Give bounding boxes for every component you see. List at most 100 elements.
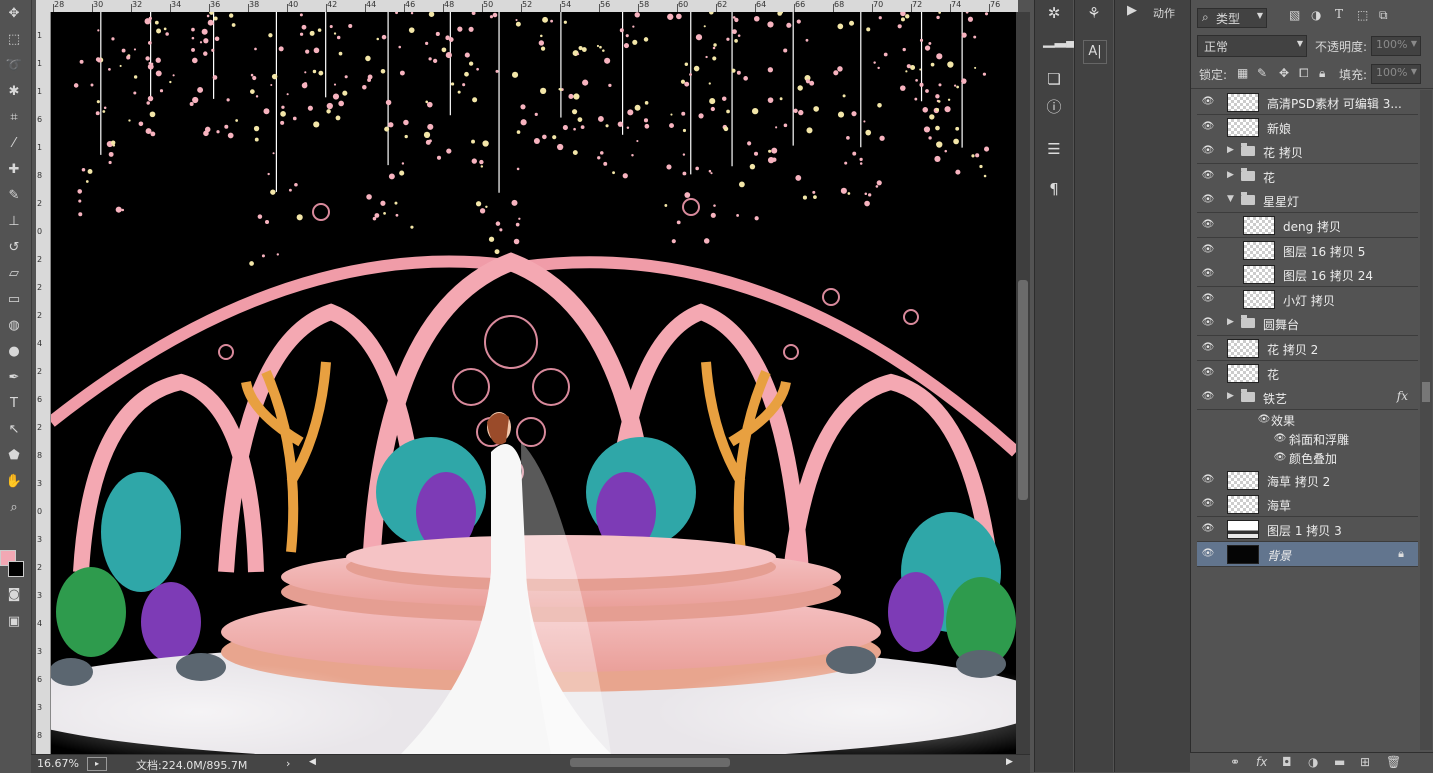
screen-mode-icon[interactable]: ▣ (3, 612, 25, 632)
hand-icon[interactable]: ✋ (3, 472, 25, 492)
visibility-eye-icon[interactable]: 👁︎ (1201, 219, 1215, 230)
filter-adjustment-icon[interactable]: ◑ (1311, 8, 1321, 22)
healing-brush-icon[interactable]: ✚ (3, 160, 25, 180)
canvas-horizontal-scroll-thumb[interactable] (570, 758, 730, 767)
info-icon[interactable]: ⓘ (1043, 96, 1065, 118)
layers-scrollbar[interactable] (1420, 90, 1432, 750)
eyedropper-icon[interactable]: ⁄ (3, 134, 25, 154)
visibility-eye-icon[interactable]: 👁︎ (1201, 244, 1215, 255)
layer-fx-icon[interactable]: fx (1397, 389, 1408, 403)
brush-icon[interactable]: ✎ (3, 186, 25, 206)
delete-layer-icon[interactable]: 🗑︎ (1386, 755, 1401, 769)
layer-comps-icon[interactable]: ❏ (1043, 68, 1065, 90)
zoom-icon[interactable]: ⌕ (3, 498, 25, 518)
quick-mask-icon[interactable]: ◙ (3, 585, 25, 605)
visibility-eye-icon[interactable]: 👁︎ (1201, 121, 1215, 132)
layer-row[interactable]: 👁︎ ▶ 圆舞台 (1197, 311, 1418, 337)
paragraph-icon[interactable]: ¶ (1043, 178, 1065, 200)
visibility-eye-icon[interactable]: 👁︎ (1201, 317, 1215, 328)
layer-row[interactable]: 👁︎ 图层 1 拷贝 3 (1197, 516, 1418, 542)
visibility-eye-icon[interactable]: 👁︎ (1273, 433, 1287, 444)
layers-scroll-thumb[interactable] (1422, 382, 1430, 402)
add-mask-icon[interactable]: ◘ (1282, 755, 1292, 769)
visibility-eye-icon[interactable]: 👁︎ (1201, 293, 1215, 304)
visibility-eye-icon[interactable]: 👁︎ (1201, 367, 1215, 378)
link-layers-icon[interactable]: ⚭ (1230, 755, 1240, 769)
clone-stamp-icon[interactable]: ⊥ (3, 212, 25, 232)
layer-row[interactable]: 👁︎ ▶ 花 拷贝 (1197, 139, 1418, 165)
visibility-eye-icon[interactable]: 👁︎ (1201, 170, 1215, 181)
type-icon[interactable]: T (3, 394, 25, 414)
lock-position-icon[interactable]: ✥ (1279, 66, 1289, 80)
layer-row[interactable]: 👁︎ 高清PSD素材 可编辑 3... (1197, 90, 1418, 115)
status-menu-icon[interactable]: ▸ (87, 757, 107, 771)
status-arrow-icon[interactable]: › (286, 757, 290, 770)
visibility-eye-icon[interactable]: 👁︎ (1257, 414, 1271, 425)
canvas-vertical-scroll-thumb[interactable] (1018, 280, 1028, 500)
eraser-icon[interactable]: ▱ (3, 264, 25, 284)
actions-play-icon[interactable]: ▶ (1127, 3, 1137, 18)
layer-row[interactable]: 👁︎ 小灯 拷贝 (1197, 286, 1418, 312)
visibility-eye-icon[interactable]: 👁︎ (1201, 342, 1215, 353)
opacity-field[interactable]: 100% ▼ (1371, 36, 1421, 56)
lock-all-icon[interactable]: 🔒︎ (1319, 66, 1325, 81)
visibility-eye-icon[interactable]: 👁︎ (1201, 523, 1215, 534)
visibility-eye-icon[interactable]: 👁︎ (1201, 498, 1215, 509)
filter-type-icon[interactable]: T (1335, 7, 1343, 21)
path-selection-icon[interactable]: ↖ (3, 420, 25, 440)
blend-mode-select[interactable]: 正常 ▼ (1197, 35, 1307, 57)
filter-smart-object-icon[interactable]: ⧉ (1379, 8, 1388, 23)
scroll-left-icon[interactable]: ◀ (309, 757, 316, 767)
shape-icon[interactable]: ⬟ (3, 446, 25, 466)
new-group-icon[interactable]: ▬ (1334, 755, 1345, 769)
layer-row[interactable]: 👁︎ 图层 16 拷贝 24 (1197, 262, 1418, 288)
visibility-eye-icon[interactable]: 👁︎ (1273, 452, 1287, 463)
visibility-eye-icon[interactable]: 👁︎ (1201, 145, 1215, 156)
layer-row[interactable]: 👁︎ ▶ 铁艺 fx (1197, 385, 1418, 411)
layer-row[interactable]: 👁︎ ▶ 花 (1197, 163, 1418, 189)
background-color-swatch[interactable] (8, 561, 24, 577)
zoom-level[interactable]: 16.67% (37, 757, 79, 770)
layer-row[interactable]: 👁︎ 海草 (1197, 492, 1418, 518)
adjustment-layer-icon[interactable]: ◑ (1308, 755, 1318, 769)
filter-shape-icon[interactable]: ⬚ (1357, 8, 1368, 22)
pen-icon[interactable]: ✒ (3, 368, 25, 388)
chevron-right-icon[interactable]: ▶ (1227, 391, 1234, 402)
layer-row[interactable]: 👁︎ 花 拷贝 2 (1197, 336, 1418, 361)
properties-icon[interactable]: ☰ (1043, 138, 1065, 160)
histogram-icon[interactable]: ▁▂▃ (1043, 28, 1078, 50)
layer-filter-select[interactable]: ⌕ 类型 ▼ (1197, 8, 1267, 28)
gradient-icon[interactable]: ▭ (3, 290, 25, 310)
lasso-icon[interactable]: ➰ (3, 56, 25, 76)
lock-artboard-icon[interactable]: ⧠ (1299, 66, 1309, 81)
navigator-icon[interactable]: ✲ (1043, 2, 1065, 24)
document-canvas[interactable] (51, 12, 1016, 754)
layer-effect-row[interactable]: 👁︎ 颜色叠加 (1197, 448, 1418, 468)
layer-effect-row[interactable]: 👁︎ 斜面和浮雕 (1197, 429, 1418, 449)
chevron-down-icon[interactable]: ▼ (1227, 194, 1234, 205)
visibility-eye-icon[interactable]: 👁︎ (1201, 474, 1215, 485)
layer-row[interactable]: 👁︎ ▼ 星星灯 (1197, 188, 1418, 214)
chevron-right-icon[interactable]: ▶ (1227, 317, 1234, 328)
brush-presets-icon[interactable]: ⚘ (1083, 2, 1105, 24)
crop-icon[interactable]: ⌗ (3, 108, 25, 128)
marquee-icon[interactable]: ⬚ (3, 30, 25, 50)
layer-row[interactable]: 👁︎ 图层 16 拷贝 5 (1197, 237, 1418, 263)
chevron-right-icon[interactable]: ▶ (1227, 145, 1234, 156)
magic-wand-icon[interactable]: ✱ (3, 82, 25, 102)
visibility-eye-icon[interactable]: 👁︎ (1201, 194, 1215, 205)
visibility-eye-icon[interactable]: 👁︎ (1201, 548, 1215, 559)
layer-row[interactable]: 👁︎ 海草 拷贝 2 (1197, 467, 1418, 493)
lock-pixels-icon[interactable]: ✎ (1257, 66, 1267, 80)
visibility-eye-icon[interactable]: 👁︎ (1201, 268, 1215, 279)
actions-label[interactable]: 动作 (1153, 5, 1175, 21)
fill-field[interactable]: 100% ▼ (1371, 64, 1421, 84)
layer-row[interactable]: 👁︎ 新娘 (1197, 114, 1418, 140)
character-icon[interactable]: A| (1083, 40, 1107, 64)
filter-pixel-icon[interactable]: ▧ (1289, 8, 1300, 22)
chevron-right-icon[interactable]: ▶ (1227, 170, 1234, 181)
layer-effect-row[interactable]: 👁︎ 效果 (1197, 409, 1418, 429)
dodge-icon[interactable]: ● (3, 342, 25, 362)
scroll-right-icon[interactable]: ▶ (1006, 757, 1013, 767)
lock-transparency-icon[interactable]: ▦ (1237, 66, 1248, 80)
